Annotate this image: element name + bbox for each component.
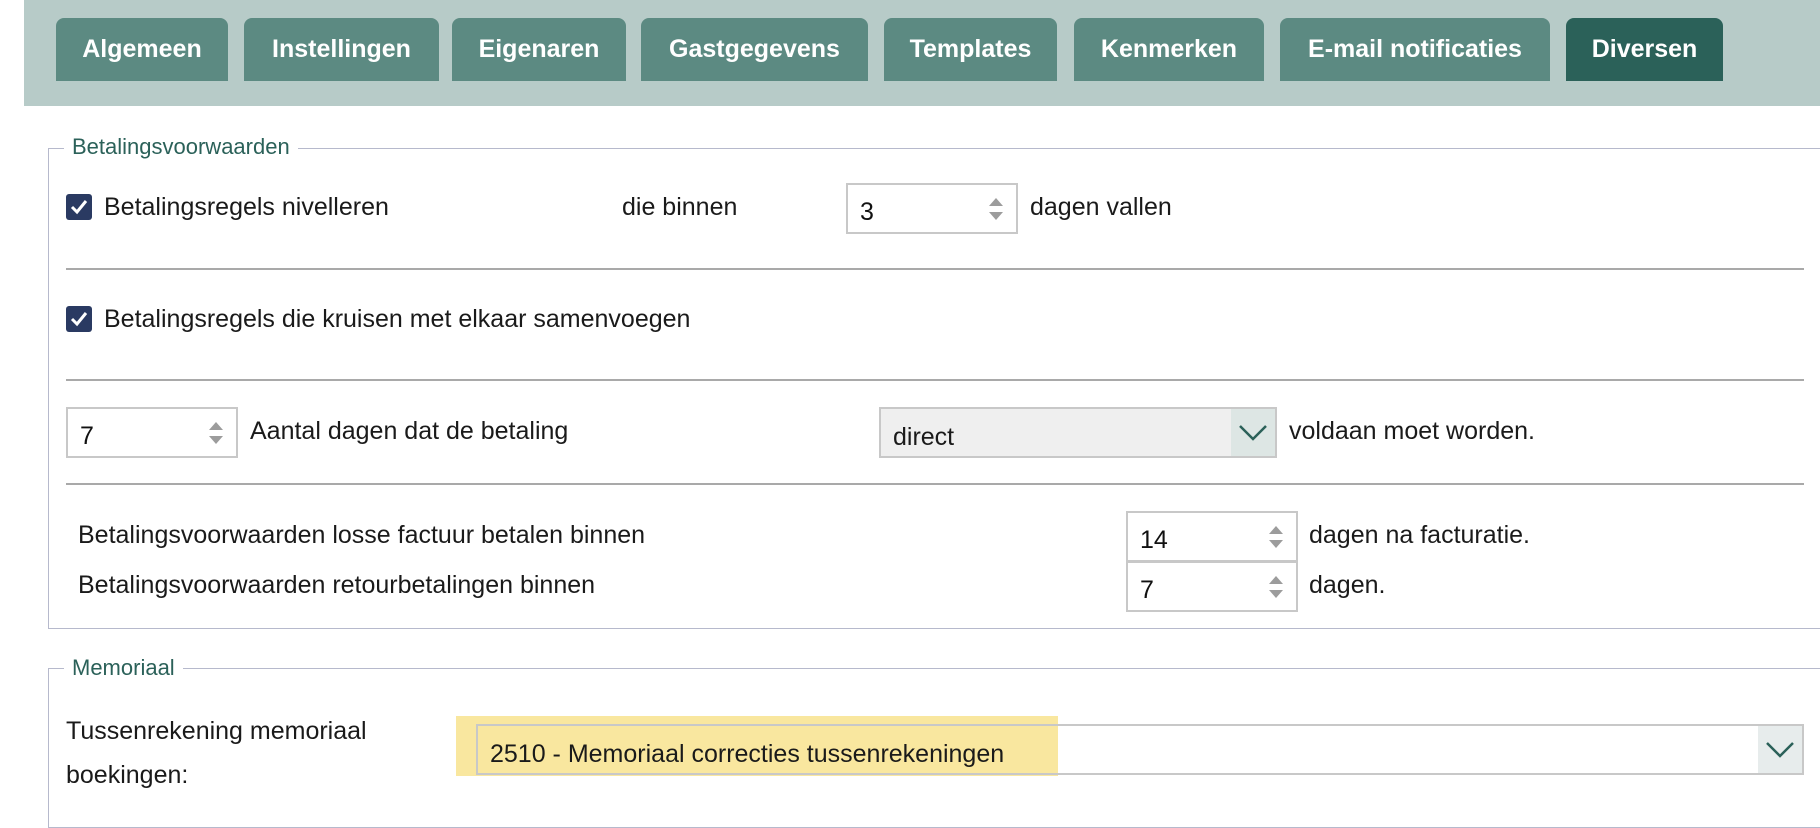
losse-factuur-label: Betalingsvoorwaarden losse factuur betal… xyxy=(78,521,646,549)
tab-gastgegevens[interactable]: Gastgegevens xyxy=(641,18,868,81)
checkmark-icon xyxy=(70,200,88,215)
betaling-moment-select[interactable]: direct xyxy=(879,407,1277,458)
checkmark-icon xyxy=(70,312,88,327)
tussenrekening-value: 2510 - Memoriaal correcties tussenrekeni… xyxy=(490,740,1005,768)
chevron-down-icon[interactable] xyxy=(1231,409,1275,456)
tussenrekening-label-line2: boekingen: xyxy=(66,761,189,789)
tab-diversen[interactable]: Diversen xyxy=(1566,18,1723,81)
samenvoegen-label: Betalingsregels die kruisen met elkaar s… xyxy=(104,305,691,333)
tab-instellingen[interactable]: Instellingen xyxy=(244,18,439,81)
spinner-arrows-icon[interactable] xyxy=(206,417,226,449)
nivelleren-within-label: die binnen xyxy=(622,193,738,221)
samenvoegen-checkbox[interactable] xyxy=(66,306,92,332)
tab-bar: Algemeen Instellingen Eigenaren Gastgege… xyxy=(24,0,1820,106)
tussenrekening-label-line1: Tussenrekening memoriaal xyxy=(66,717,367,745)
memoriaal-legend: Memoriaal xyxy=(64,655,183,681)
divider xyxy=(66,483,1804,485)
tab-kenmerken[interactable]: Kenmerken xyxy=(1074,18,1264,81)
nivelleren-checkbox[interactable] xyxy=(66,194,92,220)
spinner-arrows-icon[interactable] xyxy=(1266,571,1286,603)
divider xyxy=(66,379,1804,381)
losse-factuur-stepper[interactable] xyxy=(1126,511,1298,562)
retour-stepper[interactable] xyxy=(1126,561,1298,612)
nivelleren-label: Betalingsregels nivelleren xyxy=(104,193,389,221)
chevron-down-icon[interactable] xyxy=(1758,726,1802,773)
nivelleren-suffix: dagen vallen xyxy=(1030,193,1172,221)
nivelleren-days-stepper[interactable] xyxy=(846,183,1018,234)
aantal-dagen-suffix: voldaan moet worden. xyxy=(1289,417,1535,445)
retour-label: Betalingsvoorwaarden retourbetalingen bi… xyxy=(78,571,596,599)
retour-suffix: dagen. xyxy=(1309,571,1386,599)
tussenrekening-select[interactable]: 2510 - Memoriaal correcties tussenrekeni… xyxy=(476,724,1804,775)
aantal-dagen-label: Aantal dagen dat de betaling xyxy=(250,417,569,445)
tab-templates[interactable]: Templates xyxy=(884,18,1057,81)
tab-eigenaren[interactable]: Eigenaren xyxy=(452,18,626,81)
tab-email-notificaties[interactable]: E-mail notificaties xyxy=(1280,18,1550,81)
aantal-dagen-stepper[interactable] xyxy=(66,407,238,458)
betalingsvoorwaarden-legend: Betalingsvoorwaarden xyxy=(64,134,298,160)
spinner-arrows-icon[interactable] xyxy=(986,193,1006,225)
betaling-moment-value: direct xyxy=(893,423,955,451)
tab-algemeen[interactable]: Algemeen xyxy=(56,18,228,81)
losse-factuur-suffix: dagen na facturatie. xyxy=(1309,521,1530,549)
spinner-arrows-icon[interactable] xyxy=(1266,521,1286,553)
divider xyxy=(66,268,1804,270)
